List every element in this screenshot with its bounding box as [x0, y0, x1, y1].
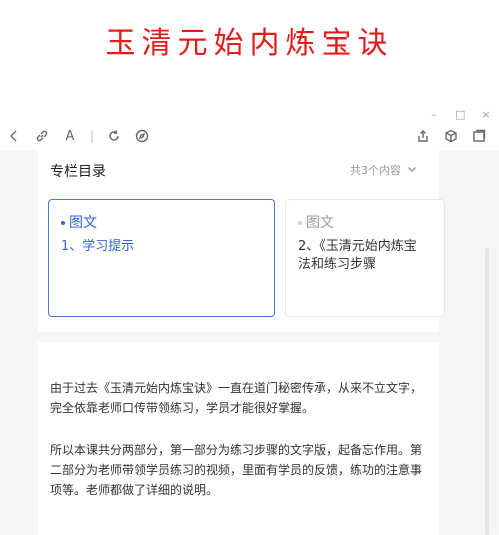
- article-paragraph: 所以本课共分两部分，第一部分为练习步骤的文字版，起备忘作用。第二部分为老师带领学…: [50, 443, 423, 497]
- font-size-icon[interactable]: A: [62, 128, 78, 144]
- refresh-icon[interactable]: [106, 128, 122, 144]
- compass-icon[interactable]: [134, 128, 150, 144]
- window-icon[interactable]: [471, 128, 487, 144]
- close-button[interactable]: ×: [481, 108, 491, 121]
- link-icon[interactable]: [34, 128, 50, 144]
- chevron-down-icon: [407, 164, 417, 177]
- share-icon[interactable]: [415, 128, 431, 144]
- item-title: 2、《玉清元始内炼宝 法和练习步骤: [298, 239, 417, 272]
- item-title: 1、学习提示: [61, 239, 135, 254]
- catalog-item-1[interactable]: 图文 1、学习提示: [48, 199, 275, 317]
- article-paragraph: 由于过去《玉清元始内炼宝诀》一直在道门秘密传承，从来不立文字，完全依靠老师口传带…: [50, 381, 423, 415]
- item-type-label: 图文: [69, 215, 97, 231]
- item-type: 图文: [298, 212, 432, 232]
- item-type-label: 图文: [306, 215, 334, 231]
- catalog-item-2[interactable]: 图文 2、《玉清元始内炼宝 法和练习步骤: [285, 199, 445, 317]
- toolbar-separator: |: [90, 129, 95, 143]
- cube-icon[interactable]: [443, 128, 459, 144]
- window-controls: – □ ×: [429, 108, 491, 121]
- font-size-glyph: A: [65, 128, 75, 144]
- bullet-dot: [298, 221, 302, 225]
- article-body: 由于过去《玉清元始内炼宝诀》一直在道门秘密传承，从来不立文字，完全依靠老师口传带…: [38, 342, 439, 535]
- scrollbar[interactable]: [485, 248, 489, 535]
- toolbar: A |: [0, 126, 499, 150]
- item-type: 图文: [61, 212, 262, 232]
- catalog-count-toggle[interactable]: 共3个内容: [350, 162, 417, 178]
- catalog-title: 专栏目录: [50, 164, 106, 180]
- bullet-dot: [61, 221, 65, 225]
- back-chevron-icon[interactable]: [6, 128, 22, 144]
- banner-title: 玉清元始内炼宝诀: [105, 26, 394, 61]
- maximize-button[interactable]: □: [455, 108, 465, 121]
- catalog-count: 共3个内容: [350, 164, 401, 177]
- minimize-button[interactable]: –: [429, 108, 439, 121]
